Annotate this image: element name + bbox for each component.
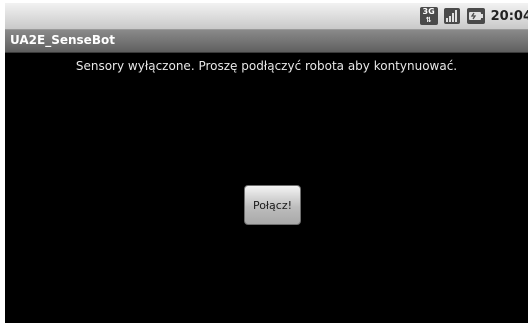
battery-icon bbox=[466, 7, 486, 25]
app-screen: 3G ⇅ 20:04 UA2E_SenseBot Sensory wyłączo… bbox=[5, 3, 528, 323]
status-bar: 3G ⇅ 20:04 bbox=[5, 3, 528, 30]
status-icons: 3G ⇅ 20:04 bbox=[419, 6, 528, 26]
network-type-label: 3G bbox=[422, 7, 435, 16]
connect-button[interactable]: Połącz! bbox=[244, 185, 301, 225]
connect-button-label: Połącz! bbox=[252, 198, 293, 212]
status-clock: 20:04 bbox=[490, 8, 528, 24]
app-title: UA2E_SenseBot bbox=[10, 33, 115, 47]
sensor-status-message: Sensory wyłączone. Proszę podłączyć robo… bbox=[75, 59, 458, 73]
data-arrows-icon: ⇅ bbox=[425, 16, 432, 24]
signal-strength-icon bbox=[443, 7, 461, 25]
network-3g-icon: 3G ⇅ bbox=[419, 7, 438, 25]
app-title-bar: UA2E_SenseBot bbox=[5, 30, 528, 53]
